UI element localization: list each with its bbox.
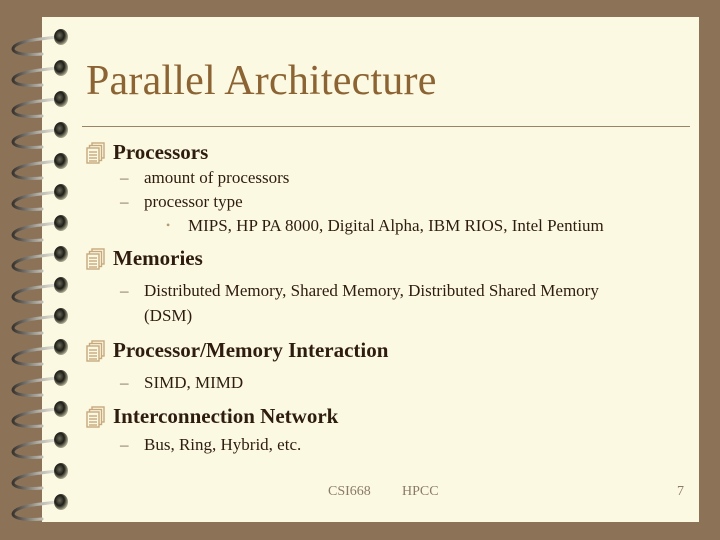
- subitem: – amount of processors: [120, 168, 290, 187]
- footer-course: CSI668: [328, 484, 371, 499]
- bullet-memories: Memories: [86, 246, 203, 271]
- stacked-pages-icon: [86, 405, 106, 428]
- dash-bullet: –: [120, 281, 129, 300]
- dash-bullet: –: [120, 435, 129, 454]
- spiral-ring-icon: [11, 91, 68, 118]
- spiral-ring-icon: [11, 184, 68, 211]
- heading-text: Processor/Memory Interaction: [113, 338, 389, 362]
- spiral-ring-icon: [11, 401, 68, 428]
- spiral-ring-icon: [11, 277, 68, 304]
- spiral-ring-icon: [11, 494, 68, 521]
- dash-bullet: –: [120, 373, 129, 392]
- subitem: – Bus, Ring, Hybrid, etc.: [120, 435, 302, 454]
- heading-text: Interconnection Network: [113, 404, 339, 428]
- heading-text: Memories: [113, 246, 203, 270]
- bullet-processor-memory-interaction: Processor/Memory Interaction: [86, 338, 388, 363]
- spiral-ring-icon: [11, 122, 68, 149]
- spiral-ring-icon: [11, 370, 68, 397]
- title-divider: [82, 126, 690, 127]
- spiral-ring-icon: [11, 339, 68, 366]
- subitem-continuation: (DSM): [144, 306, 193, 325]
- heading-text: Processors: [113, 140, 209, 164]
- stacked-pages-icon: [86, 247, 106, 270]
- slide-title: Parallel Architecture: [86, 58, 437, 104]
- spiral-ring-icon: [11, 432, 68, 459]
- spiral-ring-icon: [11, 215, 68, 242]
- dot-bullet: •: [166, 218, 171, 232]
- stacked-pages-icon: [86, 339, 106, 362]
- footer-page-number: 7: [677, 484, 684, 499]
- footer-topic: HPCC: [402, 484, 439, 499]
- bullet-processors: Processors: [86, 140, 208, 165]
- spiral-ring-icon: [11, 153, 68, 180]
- spiral-ring-icon: [11, 29, 68, 56]
- dash-bullet: –: [120, 192, 129, 211]
- dash-bullet: –: [120, 168, 129, 187]
- bullet-interconnection-network: Interconnection Network: [86, 404, 338, 429]
- spiral-ring-icon: [11, 246, 68, 273]
- spiral-ring-icon: [11, 463, 68, 490]
- subitem: – Distributed Memory, Shared Memory, Dist…: [120, 281, 599, 300]
- spiral-ring-icon: [11, 60, 68, 87]
- stacked-pages-icon: [86, 141, 106, 164]
- subitem: – SIMD, MIMD: [120, 373, 244, 392]
- spiral-ring-icon: [11, 308, 68, 335]
- subitem: – processor type: [120, 192, 243, 211]
- subsubitem: • MIPS, HP PA 8000, Digital Alpha, IBM RI…: [166, 216, 604, 235]
- spiral-binding: [11, 29, 68, 521]
